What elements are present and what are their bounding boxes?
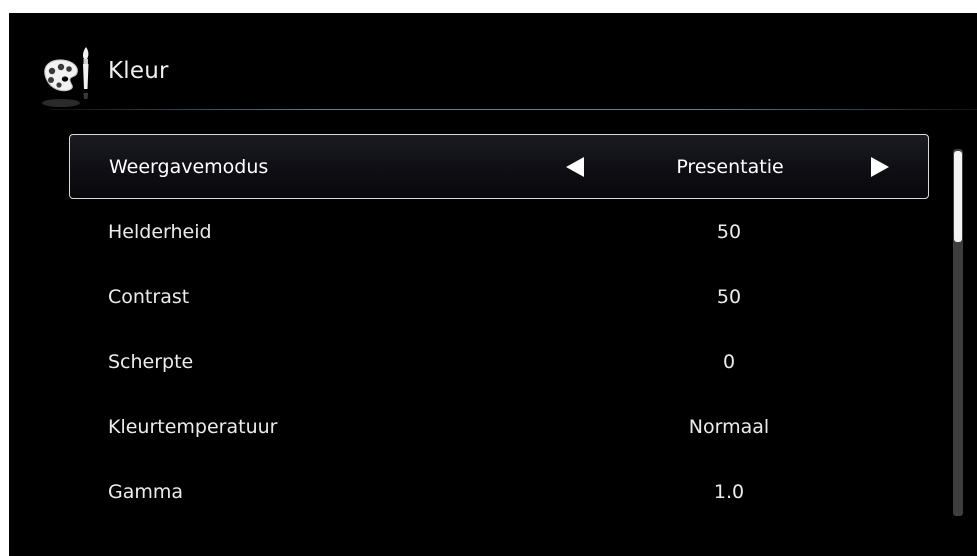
menu-item-value: 50 xyxy=(716,285,742,308)
page-title: Kleur xyxy=(108,58,169,84)
menu-item-value: Presentatie xyxy=(676,155,784,178)
header-divider xyxy=(49,109,977,110)
menu-item-display-mode[interactable]: Weergavemodus Presentatie xyxy=(69,134,929,199)
menu-item-label: Kleurtemperatuur xyxy=(108,415,278,438)
scrollbar[interactable] xyxy=(953,149,963,516)
scrollbar-thumb[interactable] xyxy=(954,151,962,242)
menu-item-contrast[interactable]: Contrast 50 xyxy=(69,264,929,329)
menu-item-value: 50 xyxy=(716,220,742,243)
settings-menu: Weergavemodus Presentatie Helderheid 50 … xyxy=(69,134,929,524)
menu-item-label: Weergavemodus xyxy=(109,155,269,178)
menu-item-label: Gamma xyxy=(108,480,184,503)
menu-item-label: Scherpte xyxy=(108,350,194,373)
menu-item-value: Normaal xyxy=(688,415,770,438)
osd-screen: Kleur Weergavemodus Presentatie Helderhe… xyxy=(9,13,977,556)
menu-item-value: 0 xyxy=(722,350,736,373)
arrow-left-icon[interactable] xyxy=(566,156,584,177)
menu-item-color-temperature[interactable]: Kleurtemperatuur Normaal xyxy=(69,394,929,459)
menu-item-sharpness[interactable]: Scherpte 0 xyxy=(69,329,929,394)
menu-header: Kleur xyxy=(9,13,977,111)
menu-item-value: 1.0 xyxy=(713,480,745,503)
menu-item-brightness[interactable]: Helderheid 50 xyxy=(69,199,929,264)
menu-item-label: Contrast xyxy=(108,285,190,308)
arrow-right-icon[interactable] xyxy=(871,156,889,177)
menu-item-label: Helderheid xyxy=(108,220,212,243)
palette-brush-icon xyxy=(37,41,97,109)
menu-item-gamma[interactable]: Gamma 1.0 xyxy=(69,459,929,524)
